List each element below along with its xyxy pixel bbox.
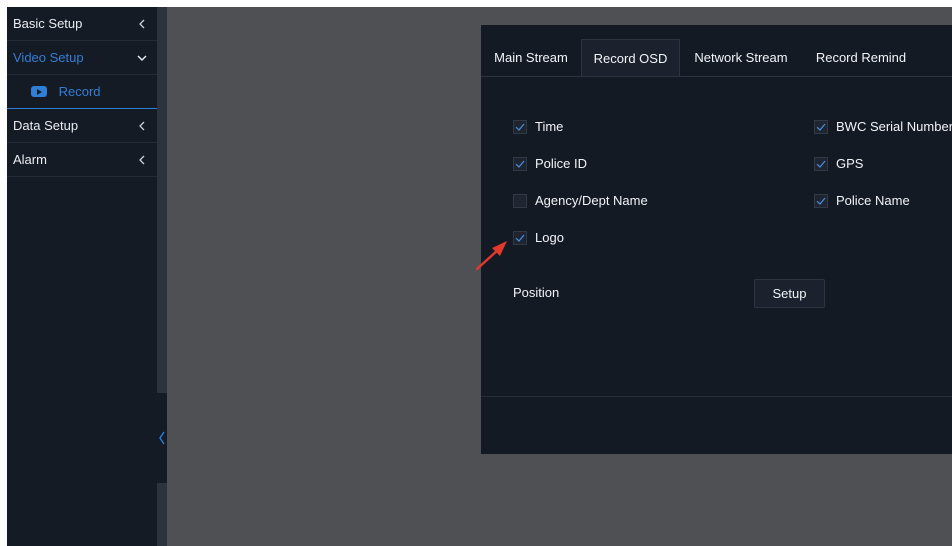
panel-footer-divider [481, 396, 952, 397]
tab-main-stream[interactable]: Main Stream [487, 39, 575, 76]
sidebar-item-label: Alarm [13, 152, 47, 167]
sidebar: Basic Setup Video Setup Record Data Setu… [7, 7, 157, 546]
checkmark-icon [515, 160, 525, 168]
option-label: Police ID [535, 156, 588, 171]
position-setup-button[interactable]: Setup [754, 279, 825, 308]
annotation-arrow-icon [475, 241, 507, 271]
option-label: Time [535, 119, 564, 134]
checkmark-icon [515, 123, 525, 131]
option-label: GPS [836, 156, 864, 171]
option-logo[interactable]: Logo [513, 230, 564, 246]
chevron-left-icon [136, 143, 148, 176]
sidebar-item-basic-setup[interactable]: Basic Setup [7, 7, 157, 41]
sidebar-item-alarm[interactable]: Alarm [7, 143, 157, 177]
time-checkbox[interactable] [513, 119, 527, 134]
option-label: BWC Serial Number [836, 119, 952, 134]
tab-bar: Main Stream Record OSD Network Stream Re… [481, 39, 952, 76]
option-label: Agency/Dept Name [535, 193, 648, 208]
option-police-id[interactable]: Police ID [513, 156, 587, 172]
chevron-down-icon [136, 41, 148, 74]
record-icon [31, 86, 47, 98]
police-id-checkbox[interactable] [513, 156, 527, 171]
record-osd-panel: Main Stream Record OSD Network Stream Re… [481, 25, 952, 454]
logo-checkbox[interactable] [513, 230, 527, 245]
option-label: Police Name [836, 193, 910, 208]
tab-divider [481, 76, 952, 77]
sidebar-item-video-setup[interactable]: Video Setup [7, 41, 157, 75]
option-bwc-serial-number[interactable]: BWC Serial Number [814, 119, 952, 135]
tab-record-remind[interactable]: Record Remind [811, 39, 911, 76]
sidebar-subitem-label: Record [58, 84, 101, 99]
option-agency-dept-name[interactable]: Agency/Dept Name [513, 193, 648, 209]
option-time[interactable]: Time [513, 119, 563, 135]
option-gps[interactable]: GPS [814, 156, 863, 172]
chevron-left-icon [159, 431, 165, 445]
bwc-serial-number-checkbox[interactable] [814, 119, 828, 134]
option-police-name[interactable]: Police Name [814, 193, 910, 209]
checkmark-icon [816, 197, 826, 205]
sidebar-item-label: Basic Setup [13, 16, 83, 31]
checkmark-icon [515, 234, 525, 242]
checkmark-icon [816, 123, 826, 131]
sidebar-item-data-setup[interactable]: Data Setup [7, 109, 157, 143]
police-name-checkbox[interactable] [814, 193, 828, 208]
gps-checkbox[interactable] [814, 156, 828, 171]
tab-network-stream[interactable]: Network Stream [689, 39, 793, 76]
sidebar-item-label: Video Setup [13, 50, 84, 65]
sidebar-subitem-record[interactable]: Record [7, 75, 157, 109]
chevron-left-icon [136, 7, 148, 40]
tab-record-osd[interactable]: Record OSD [581, 39, 680, 76]
app-window: Basic Setup Video Setup Record Data Setu… [7, 7, 952, 546]
agency-dept-name-checkbox[interactable] [513, 193, 527, 208]
checkmark-icon [816, 160, 826, 168]
sidebar-collapse-handle[interactable] [157, 393, 167, 483]
chevron-left-icon [136, 109, 148, 142]
position-label: Position [513, 285, 560, 300]
sidebar-item-label: Data Setup [13, 118, 79, 133]
option-label: Logo [535, 230, 564, 245]
